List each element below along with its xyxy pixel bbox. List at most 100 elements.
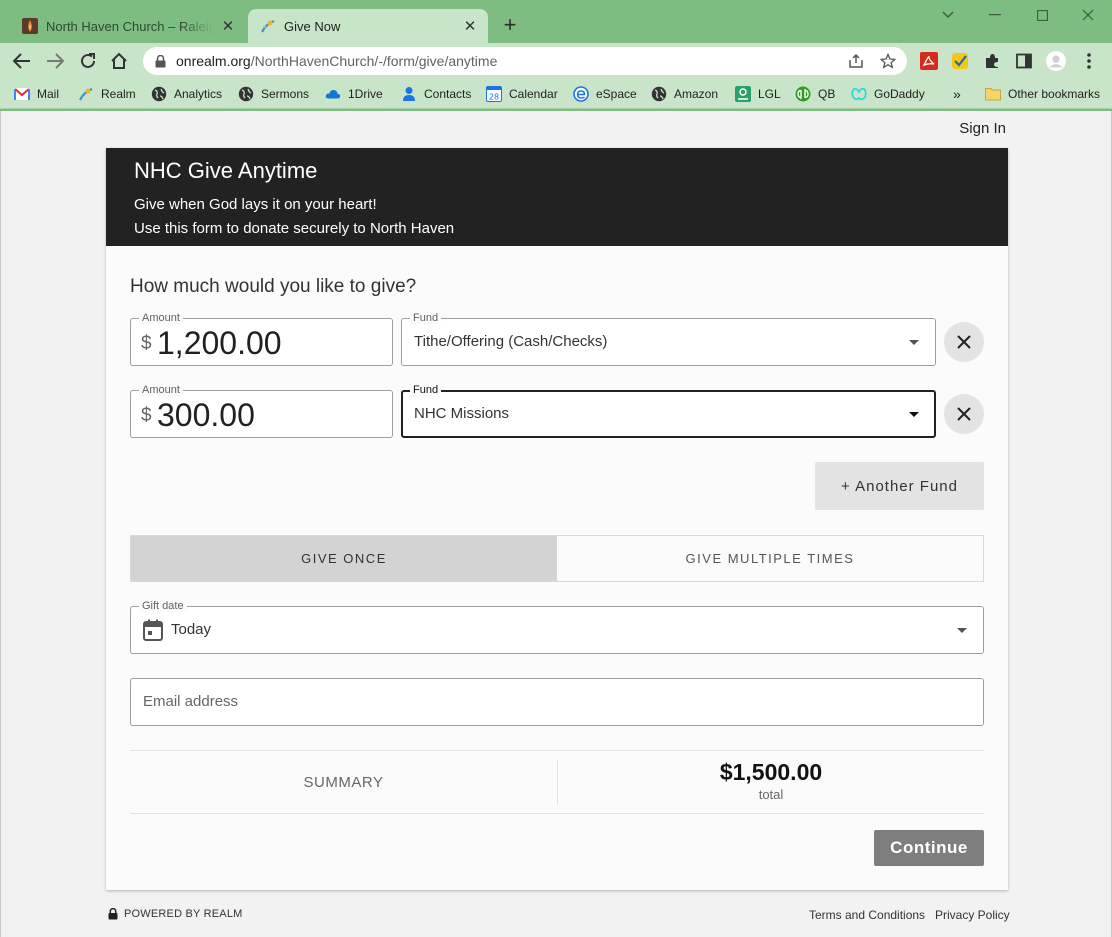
- acrobat-extension-icon[interactable]: [919, 51, 939, 71]
- norton-extension-icon[interactable]: [950, 51, 970, 71]
- form-header: NHC Give Anytime Give when God lays it o…: [106, 148, 1008, 246]
- bookmark-star-icon[interactable]: [879, 52, 897, 70]
- bookmark-godaddy[interactable]: GoDaddy: [851, 85, 925, 103]
- fund-label: Fund: [410, 383, 442, 397]
- page-content: Sign In NHC Give Anytime Give when God l…: [0, 111, 1112, 937]
- bookmark-other[interactable]: Other bookmarks: [985, 85, 1100, 103]
- bookmark-label: LGL: [758, 87, 781, 101]
- bookmark-label: Calendar: [509, 87, 558, 101]
- bookmark-contacts[interactable]: Contacts: [401, 85, 471, 103]
- total-amount: $1,500.00: [719, 759, 823, 785]
- bookmarks-overflow[interactable]: »: [953, 85, 961, 103]
- bookmark-realm[interactable]: Realm: [78, 85, 136, 103]
- new-tab-button[interactable]: +: [498, 14, 522, 38]
- back-arrow-icon[interactable]: [10, 49, 34, 73]
- share-icon[interactable]: [847, 52, 865, 70]
- close-icon[interactable]: ✕: [218, 16, 238, 36]
- remove-fund-button-2[interactable]: [944, 394, 984, 434]
- remove-fund-button-1[interactable]: [944, 322, 984, 362]
- bookmark-label: QB: [818, 87, 836, 101]
- gift-date-value: Today: [171, 621, 212, 638]
- fund-select-2[interactable]: Fund NHC Missions: [401, 383, 936, 438]
- browser-chrome: North Haven Church – Raleigh, N ✕ Give N…: [0, 0, 1112, 111]
- realm-icon: [78, 86, 94, 102]
- calendar-icon-day: 28: [489, 93, 499, 102]
- bookmark-amazon[interactable]: Amazon: [651, 85, 718, 103]
- add-another-fund-button[interactable]: + Another Fund: [815, 462, 984, 510]
- browser-toolbar: onrealm.org/NorthHavenChurch/-/form/give…: [0, 43, 1112, 79]
- window-close-icon[interactable]: [1068, 4, 1108, 26]
- summary-total: $1,500.00 total: [558, 759, 984, 802]
- lgl-icon: [735, 86, 751, 102]
- url-text: onrealm.org/NorthHavenChurch/-/form/give…: [176, 53, 497, 69]
- bookmark-sermons[interactable]: Sermons: [238, 85, 309, 103]
- give-multiple-times-option[interactable]: GIVE MULTIPLE TIMES: [557, 536, 983, 581]
- minimize-icon[interactable]: [975, 4, 1015, 26]
- sign-in-link[interactable]: Sign In: [959, 120, 1006, 137]
- give-once-option[interactable]: GIVE ONCE: [131, 536, 557, 581]
- address-bar[interactable]: onrealm.org/NorthHavenChurch/-/form/give…: [143, 47, 907, 75]
- forward-arrow-icon[interactable]: [43, 49, 67, 73]
- bookmark-label: eSpace: [596, 87, 637, 101]
- form-subtitle-1: Give when God lays it on your heart!: [134, 196, 377, 213]
- email-field[interactable]: Email address: [130, 678, 984, 726]
- gift-date-select[interactable]: Gift date Today: [130, 599, 984, 654]
- quickbooks-icon: [795, 86, 811, 102]
- menu-kebab-icon[interactable]: [1079, 51, 1099, 71]
- give-form-card: NHC Give Anytime Give when God lays it o…: [106, 148, 1008, 890]
- email-placeholder: Email address: [143, 693, 239, 710]
- extensions-puzzle-icon[interactable]: [982, 51, 1002, 71]
- terms-link[interactable]: Terms and Conditions: [809, 908, 925, 922]
- bookmark-label: Analytics: [174, 87, 223, 101]
- amount-input-1[interactable]: Amount $ 1,200.00: [130, 311, 393, 366]
- bookmark-analytics[interactable]: Analytics: [151, 85, 222, 103]
- bookmark-espace[interactable]: eSpace: [573, 85, 637, 103]
- currency-symbol: $: [141, 333, 152, 354]
- profile-avatar-icon[interactable]: [1046, 51, 1066, 71]
- fund-value: NHC Missions: [414, 405, 510, 422]
- side-panel-icon[interactable]: [1014, 51, 1034, 71]
- bookmark-label: Amazon: [674, 87, 719, 101]
- privacy-link[interactable]: Privacy Policy: [935, 908, 1010, 922]
- summary-section: SUMMARY $1,500.00 total: [130, 750, 984, 814]
- close-icon: [957, 407, 971, 421]
- url-path: /NorthHavenChurch/-/form/give/anytime: [250, 53, 498, 69]
- calendar-icon: 28: [486, 86, 502, 102]
- amount-value: 1,200.00: [157, 325, 282, 361]
- tab-search-icon[interactable]: [928, 4, 968, 26]
- powered-by-realm[interactable]: POWERED BY REALM: [108, 908, 243, 920]
- bookmark-lgl[interactable]: LGL: [735, 85, 781, 103]
- tab-north-haven[interactable]: North Haven Church – Raleigh, N ✕: [10, 9, 246, 43]
- home-icon[interactable]: [107, 49, 131, 73]
- bookmark-1drive[interactable]: 1Drive: [325, 85, 383, 103]
- reload-icon[interactable]: [76, 49, 100, 73]
- tab-title: Give Now: [284, 18, 341, 34]
- amount-label: Amount: [139, 383, 183, 397]
- bookmark-label: GoDaddy: [874, 87, 925, 101]
- bookmark-mail[interactable]: Mail: [14, 85, 59, 103]
- bookmark-label: Sermons: [261, 87, 310, 101]
- gmail-icon: [14, 86, 30, 102]
- powered-by-label: POWERED BY REALM: [124, 908, 243, 920]
- maximize-icon[interactable]: [1022, 4, 1062, 26]
- close-icon: [957, 335, 971, 349]
- tab-strip: North Haven Church – Raleigh, N ✕ Give N…: [0, 0, 1112, 43]
- bookmark-label: Realm: [101, 87, 136, 101]
- amount-value: 300.00: [157, 397, 255, 433]
- bookmarks-bar: Mail Realm Analytics Sermons 1Drive Cont: [0, 79, 1112, 109]
- close-icon[interactable]: ✕: [460, 16, 480, 36]
- tab-give-now[interactable]: Give Now ✕: [248, 9, 488, 43]
- dropdown-arrow-icon: [909, 340, 919, 345]
- bookmark-calendar[interactable]: 28 Calendar: [486, 85, 558, 103]
- bookmark-qb[interactable]: QB: [795, 85, 835, 103]
- globe-icon: [151, 86, 167, 102]
- amount-input-2[interactable]: Amount $ 300.00: [130, 383, 393, 438]
- lock-icon: [153, 54, 167, 68]
- continue-button[interactable]: Continue: [874, 830, 984, 866]
- fund-select-1[interactable]: Fund Tithe/Offering (Cash/Checks): [401, 311, 936, 366]
- globe-icon: [651, 86, 667, 102]
- currency-symbol: $: [141, 405, 152, 426]
- gift-date-label: Gift date: [139, 599, 187, 613]
- bookmark-label: 1Drive: [348, 87, 383, 101]
- calendar-icon: [143, 619, 163, 641]
